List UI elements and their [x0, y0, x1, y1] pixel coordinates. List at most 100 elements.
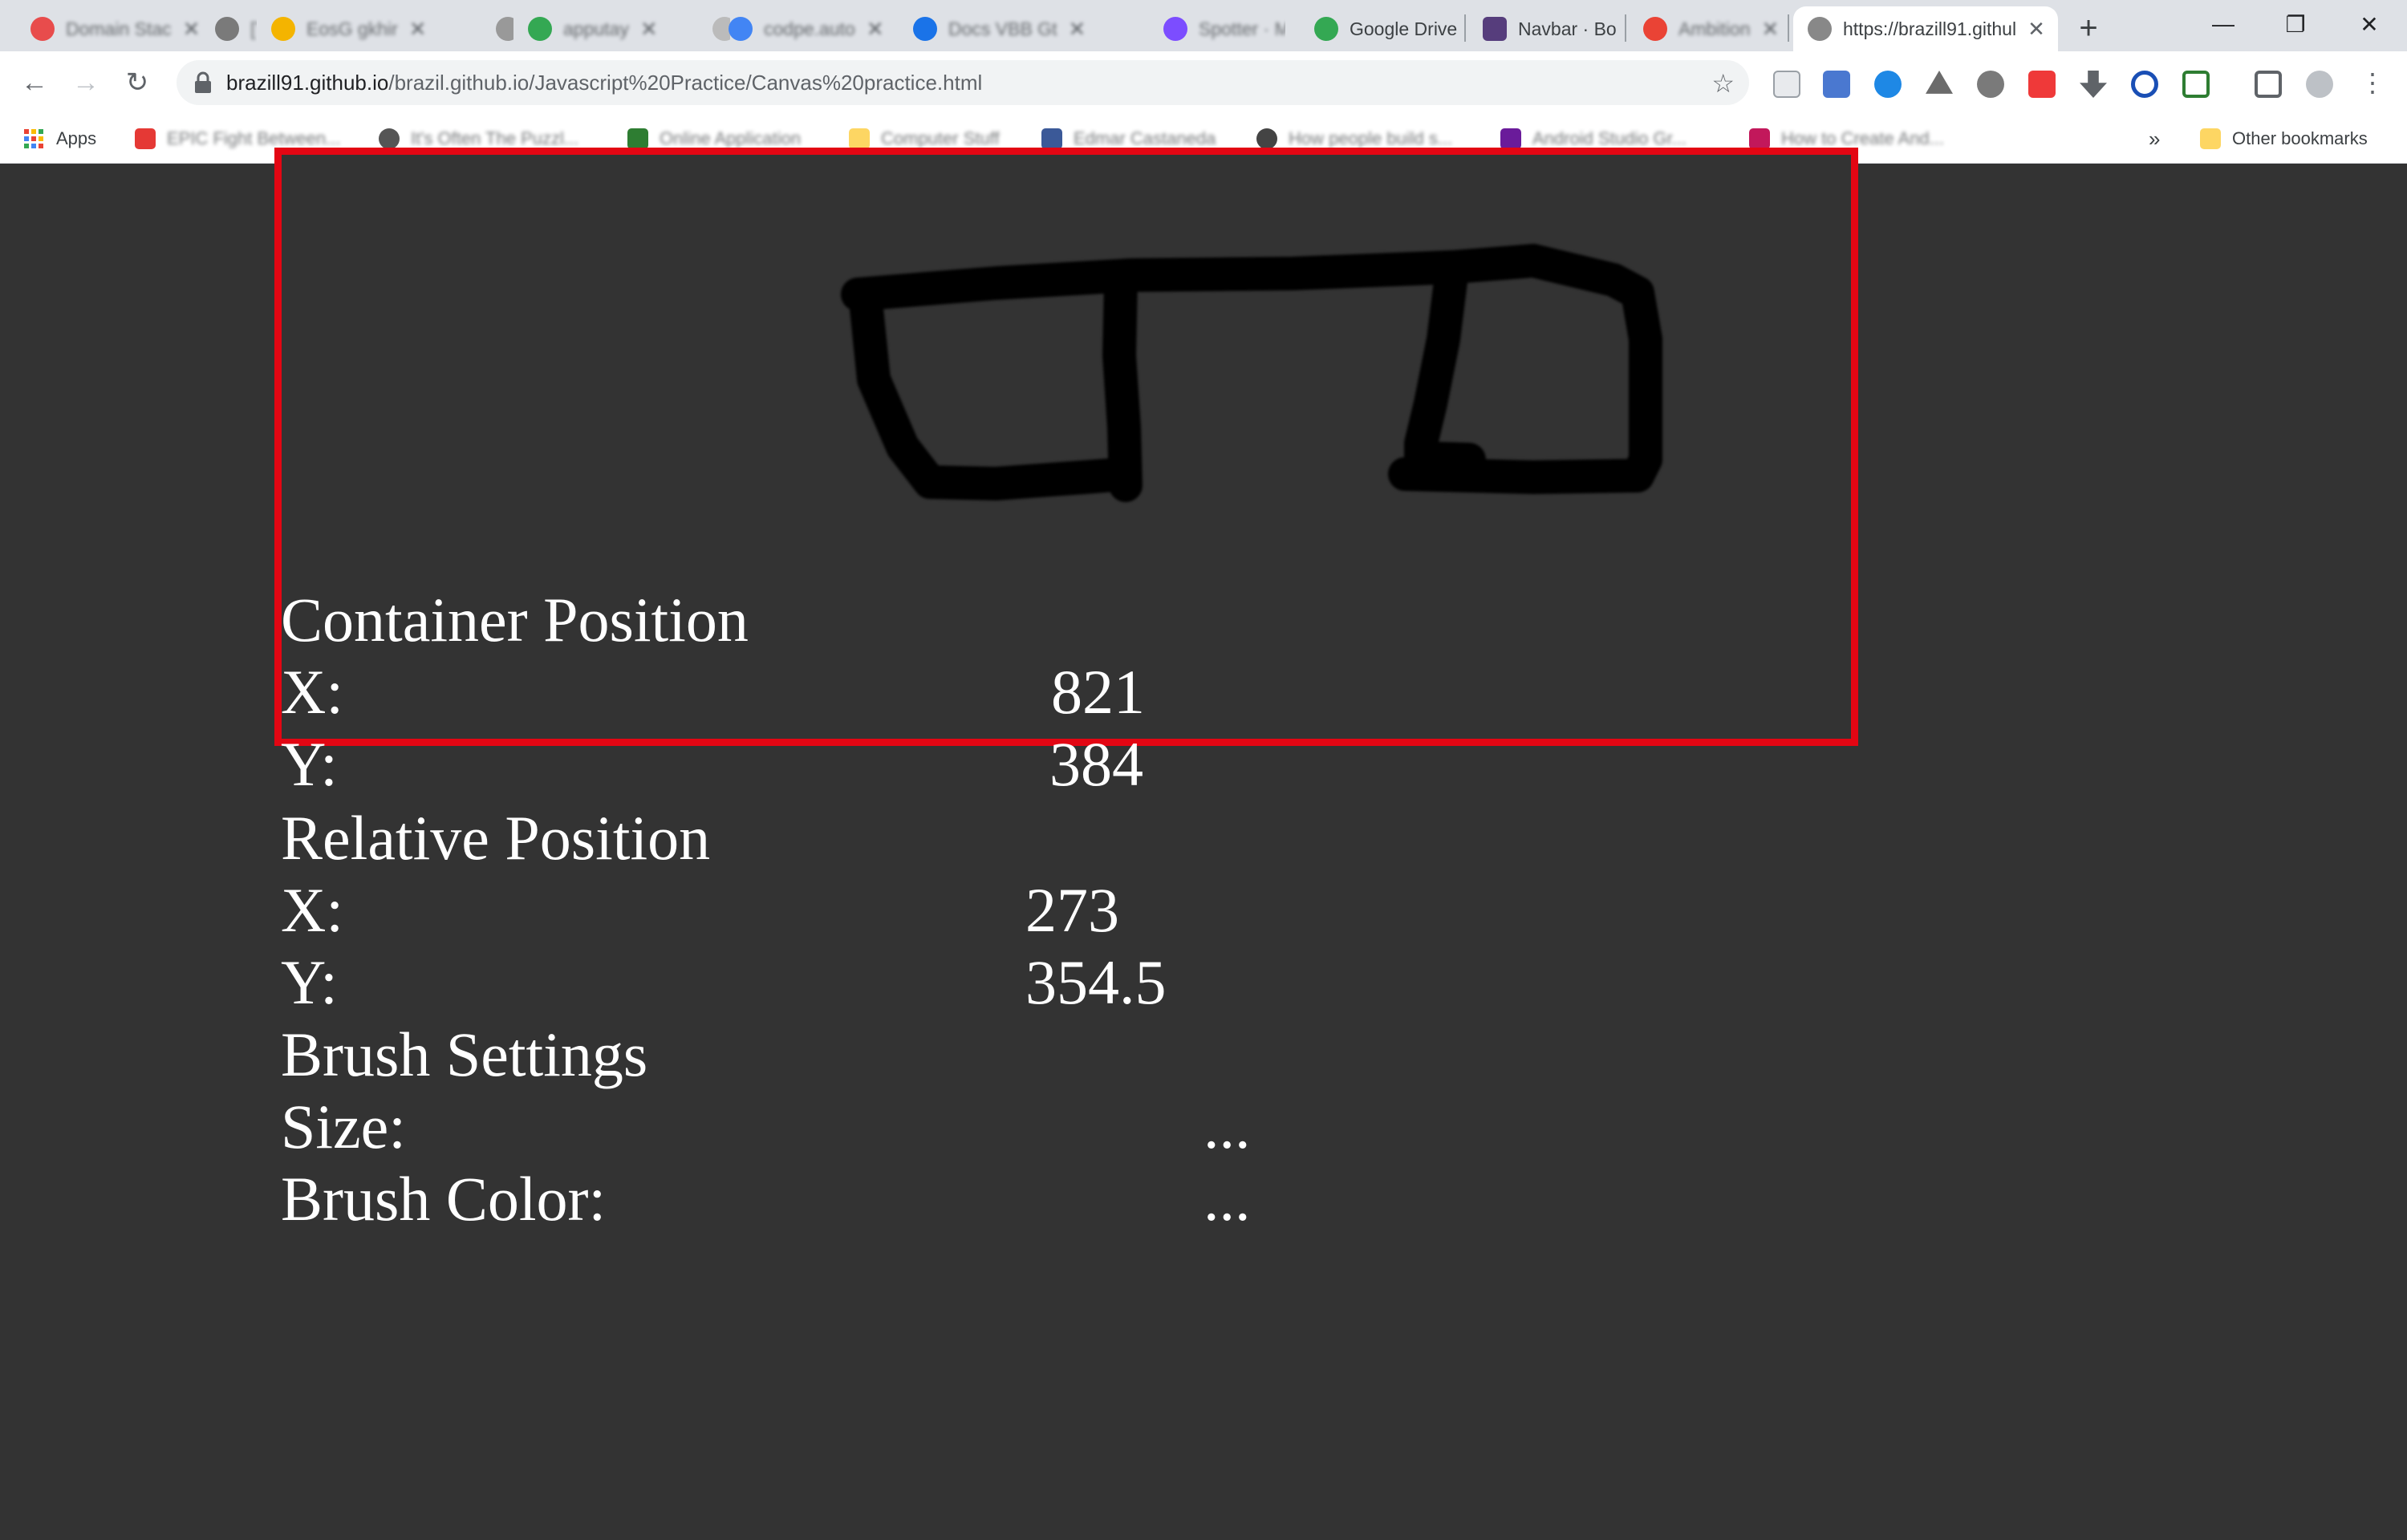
tab-close-icon[interactable]: ✕	[1761, 17, 1779, 42]
tab-title: codpe.auto	[764, 18, 855, 39]
bookmark-label: Edmar Castaneda	[1074, 128, 1216, 148]
bookmark-label: Online Application	[660, 128, 802, 148]
tab-title: Domain Stac	[66, 18, 172, 39]
tab-favicon-icon	[528, 17, 552, 41]
restore-window-button[interactable]: ❐	[2259, 0, 2332, 48]
extension-icon-5[interactable]	[1977, 71, 2004, 98]
bookmark-label: Android Studio Gr...	[1532, 128, 1687, 148]
tab[interactable]: Ambition ✕	[1629, 6, 1789, 51]
new-tab-button[interactable]: +	[2068, 8, 2109, 48]
brush-settings-heading: Brush Settings	[281, 1019, 648, 1089]
tab-favicon-icon	[1163, 17, 1187, 41]
tab-favicon-icon	[1808, 17, 1832, 41]
bookmark-label: How people build s...	[1289, 128, 1453, 148]
extension-icon-2[interactable]	[1823, 71, 1850, 98]
tab[interactable]: codpe.auto ✕	[714, 6, 907, 51]
tab-close-icon[interactable]: ✕	[867, 17, 884, 42]
tab[interactable]: [Tt]	[201, 6, 257, 51]
tab-favicon-icon	[271, 17, 295, 41]
extension-icon-1[interactable]	[1773, 71, 1800, 98]
overflow-chevron-icon: »	[2149, 126, 2161, 151]
tab[interactable]: Google Drive✕	[1300, 6, 1460, 51]
bookmark-favicon-icon	[627, 128, 648, 149]
bookmark-label: EPIC Fight Between...	[167, 128, 341, 148]
tab-active[interactable]: https://brazill91.githul ✕	[1793, 6, 2058, 51]
pocket-extension-icon[interactable]	[2028, 71, 2056, 98]
tab[interactable]: Navbar · Bo✕	[1468, 6, 1629, 51]
tab[interactable]: Spotter · My✕	[1149, 6, 1285, 51]
brush-color-value: ...	[1204, 1164, 1251, 1234]
browser-chrome: Domain Stac✕[Tt]EosG gkhir✕(a)apputay✕(G…	[0, 0, 2407, 164]
tab[interactable]: Domain Stac ✕	[16, 6, 209, 51]
menu-kebab-icon[interactable]: ⋮	[2352, 63, 2393, 103]
tab-title: Docs VBB Gt	[948, 18, 1057, 39]
apps-grid-icon	[24, 129, 43, 148]
url-text: brazill91.github.io/brazil.github.io/Jav…	[226, 71, 983, 95]
tab[interactable]: (a)	[481, 6, 513, 51]
tab[interactable]: EosG gkhir ✕	[257, 6, 489, 51]
relative-y-value: 354.5	[1025, 947, 1167, 1017]
tab-favicon-icon	[1643, 17, 1667, 41]
forward-button[interactable]: →	[66, 63, 106, 103]
browser-toolbar: ← → ↻ brazill91.github.io/brazil.github.…	[0, 51, 2407, 114]
address-bar[interactable]: brazill91.github.io/brazil.github.io/Jav…	[177, 60, 1749, 105]
tab[interactable]: Docs VBB Gt ✕	[899, 6, 1147, 51]
tab-title: apputay	[563, 18, 629, 39]
bookmark-label: How to Create And...	[1781, 128, 1944, 148]
container-y-label: Y:	[281, 729, 338, 799]
tab-separator	[1788, 14, 1789, 42]
bookmark-label: Computer Stuff	[881, 128, 1000, 148]
tab-favicon-icon	[1314, 17, 1338, 41]
tab-close-icon[interactable]: ✕	[2027, 17, 2045, 42]
tab-title: [Tt]	[250, 18, 257, 39]
container-y-value: 384	[1049, 729, 1143, 799]
cast-icon[interactable]	[2255, 71, 2282, 98]
bookmark-favicon-icon	[1749, 128, 1770, 149]
minimize-window-button[interactable]: —	[2187, 0, 2259, 48]
tab-close-icon[interactable]: ✕	[409, 17, 427, 42]
folder-icon	[2200, 128, 2221, 149]
back-button[interactable]: ←	[14, 63, 55, 103]
lock-icon	[195, 71, 211, 93]
drive-extension-icon[interactable]	[1926, 71, 1953, 94]
tab-close-icon[interactable]: ✕	[1068, 17, 1086, 42]
extension-icon-9[interactable]	[2182, 71, 2210, 98]
bookmark-label: Other bookmarks	[2232, 128, 2368, 148]
bookmark-star-icon[interactable]: ☆	[1711, 68, 1735, 99]
relative-position-heading: Relative Position	[281, 803, 711, 873]
tab-title: Navbar · Bo	[1518, 18, 1617, 39]
tab-favicon-icon	[1483, 17, 1507, 41]
profile-avatar[interactable]	[2306, 71, 2333, 98]
extension-icon-3[interactable]	[1874, 71, 1902, 98]
bookmark-favicon-icon	[135, 128, 156, 149]
github-icon	[1256, 128, 1277, 149]
brush-color-label: Brush Color:	[281, 1164, 607, 1234]
tab[interactable]: apputay ✕	[513, 6, 706, 51]
tab-close-icon[interactable]: ✕	[640, 17, 658, 42]
tab-title: Ambition	[1678, 18, 1751, 39]
brush-stroke	[1404, 258, 1486, 476]
container-position-heading: Container Position	[281, 585, 749, 654]
tab-favicon-icon	[729, 17, 753, 41]
tab-title: Spotter · My	[1199, 18, 1285, 39]
folder-icon	[849, 128, 870, 149]
bookmark-label: Apps	[56, 128, 97, 148]
bookmarks-overflow-button[interactable]: »	[2149, 125, 2160, 152]
block-extension-icon[interactable]	[2131, 71, 2158, 98]
tab-strip: Domain Stac✕[Tt]EosG gkhir✕(a)apputay✕(G…	[0, 0, 2407, 51]
tab-close-icon[interactable]: ✕	[183, 17, 201, 42]
relative-x-value: 273	[1025, 875, 1119, 945]
other-bookmarks-folder[interactable]: Other bookmarks	[2200, 125, 2368, 152]
bookmark-apps[interactable]: Apps	[24, 125, 96, 152]
tab-favicon-icon	[30, 17, 55, 41]
brush-size-value: ...	[1204, 1092, 1251, 1161]
bookmark-favicon-icon	[1500, 128, 1521, 149]
tab-separator	[1625, 14, 1626, 42]
tab-favicon-icon	[215, 17, 239, 41]
tab-title: Google Drive	[1350, 18, 1458, 39]
container-x-value: 821	[1051, 657, 1145, 727]
download-extension-icon[interactable]	[2080, 71, 2107, 98]
close-window-button[interactable]: ✕	[2333, 0, 2405, 48]
bookmark-label: It's Often The Puzzl...	[411, 128, 579, 148]
reload-button[interactable]: ↻	[117, 63, 157, 103]
